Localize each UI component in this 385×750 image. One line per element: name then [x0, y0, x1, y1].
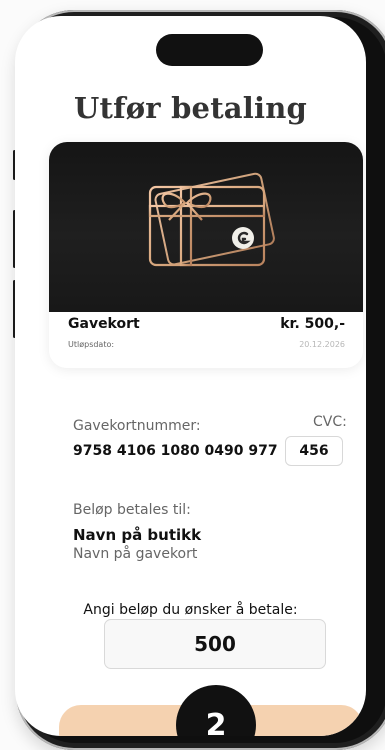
- dynamic-island: [156, 34, 263, 66]
- gift-card-title: Gavekort: [68, 316, 140, 332]
- phone-screen: Utfør betaling Gavekort kr. 500,- Utløps…: [15, 16, 366, 736]
- page-title: Utfør betaling: [74, 91, 307, 125]
- cvc-label: CVC:: [313, 414, 347, 430]
- gift-card-info: Gavekort kr. 500,- Utløpsdato: 20.12.202…: [49, 312, 363, 368]
- expiry-label: Utløpsdato:: [68, 340, 115, 349]
- gift-card-number-value: 9758 4106 1080 0490 977: [73, 443, 278, 459]
- gift-card: Gavekort kr. 500,- Utløpsdato: 20.12.202…: [49, 142, 363, 368]
- amount-label: Angi beløp du ønsker å betale:: [83, 602, 298, 618]
- gift-card-art: [49, 142, 363, 312]
- cvc-value: 456: [285, 436, 343, 466]
- pay-to-label: Beløp betales til:: [73, 502, 191, 518]
- g-logo-icon: [232, 227, 254, 249]
- gift-card-price: kr. 500,-: [280, 316, 345, 332]
- gift-card-number-label: Gavekortnummer:: [73, 418, 201, 434]
- gift-card-icon: [148, 172, 275, 267]
- gift-card-name: Navn på gavekort: [73, 546, 198, 562]
- expiry-value: 20.12.2026: [299, 340, 345, 349]
- store-name: Navn på butikk: [73, 526, 202, 544]
- amount-input[interactable]: 500: [104, 619, 326, 669]
